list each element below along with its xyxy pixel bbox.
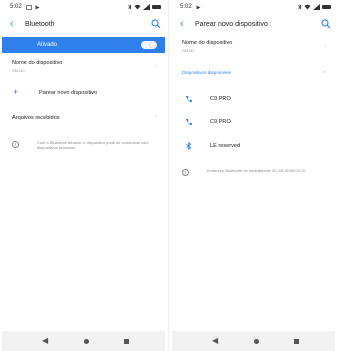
bluetooth-status-icon (128, 4, 132, 10)
status-time: 5:02 (10, 4, 22, 10)
battery-icon (152, 5, 161, 9)
back-button[interactable]: ‹ (180, 18, 190, 30)
info-icon: i (182, 169, 189, 176)
pair-new-device-label: Parear novo dispositivo (39, 90, 98, 96)
back-arrow-icon: ‹ (180, 18, 184, 30)
signal-icon (143, 4, 150, 10)
device-name: C9 PRO (210, 96, 231, 102)
battery-icon (322, 5, 331, 9)
bluetooth-status-icon (298, 4, 302, 10)
chevron-right-icon: › (325, 44, 327, 50)
phone-icon (186, 96, 192, 103)
nav-home-icon[interactable] (254, 339, 259, 344)
search-icon[interactable] (321, 19, 331, 29)
bluetooth-switch[interactable] (141, 41, 157, 49)
toggle-label: Ativado (37, 42, 58, 48)
back-button[interactable]: ‹ (10, 18, 20, 30)
system-icons (298, 4, 331, 10)
status-bar: 5:02 (2, 0, 165, 14)
wifi-icon (134, 4, 141, 10)
page-title: Bluetooth (25, 20, 55, 28)
status-time: 5:02 (180, 4, 192, 10)
received-files-label: Arquivos recebidos (12, 115, 60, 121)
screen-divider (168, 0, 169, 351)
available-devices-header: Dispositivos disponíveis (172, 68, 335, 78)
system-icons (128, 4, 161, 10)
nav-recents-icon[interactable] (124, 339, 129, 344)
nav-back-icon[interactable]: ◀ (212, 336, 218, 345)
chevron-right-icon: › (155, 64, 157, 70)
info-row: i Com o Bluetooth ativado, o dispositivo… (2, 138, 165, 158)
nav-recents-icon[interactable] (294, 339, 299, 344)
info-row: i Endereço Bluetooth do smartphone: 4C:4… (172, 167, 335, 183)
device-row[interactable]: C9 PRO (172, 115, 335, 129)
app-bar: ‹ Bluetooth (2, 14, 165, 34)
image-notification-icon (25, 4, 32, 10)
page-title: Parear novo dispositivo (195, 20, 268, 28)
device-name-row[interactable]: Nome do dispositivo SM-NC › (2, 58, 165, 80)
received-files-row[interactable]: Arquivos recebidos › (2, 112, 165, 126)
device-name: LE reserved (210, 143, 241, 149)
navigation-bar: ◀ (2, 331, 165, 351)
wifi-icon (304, 4, 311, 10)
device-name-row[interactable]: Nome do dispositivo SM-NC › (172, 38, 335, 60)
signal-icon (313, 4, 320, 10)
bluetooth-toggle-row[interactable]: Ativado (2, 37, 165, 53)
device-name: C9 PRO (210, 119, 231, 125)
notification-icons (196, 5, 201, 10)
status-bar: 5:02 (172, 0, 335, 14)
switch-knob (150, 42, 156, 48)
device-row[interactable]: C9 PRO (172, 92, 335, 106)
chevron-right-icon: › (155, 114, 157, 120)
device-name-title: Nome do dispositivo (182, 40, 233, 46)
device-name-title: Nome do dispositivo (12, 60, 63, 66)
play-notification-icon (196, 5, 201, 9)
nav-home-icon[interactable] (84, 339, 89, 344)
device-name-value: SM-NC (182, 48, 196, 53)
app-bar: ‹ Parear novo dispositivo (172, 14, 335, 34)
plus-icon: + (13, 87, 19, 97)
search-icon[interactable] (151, 19, 161, 29)
phone-icon (186, 119, 192, 126)
navigation-bar: ◀ (172, 331, 335, 351)
info-text: Endereço Bluetooth do smartphone: 4C:4E:… (207, 168, 307, 173)
pair-new-device-screen: 5:02 ‹ Parear novo dispositivo Nome do d… (172, 0, 335, 351)
device-name-value: SM-NC (12, 68, 26, 73)
back-arrow-icon: ‹ (10, 18, 14, 30)
bluetooth-settings-screen: 5:02 ‹ Bluetooth Ativado Nome do disposi… (2, 0, 165, 351)
nav-back-icon[interactable]: ◀ (42, 336, 48, 345)
bluetooth-icon (186, 142, 192, 150)
pair-new-device-row[interactable]: + Parear novo dispositivo (2, 87, 165, 101)
info-text: Com o Bluetooth ativado, o dispositivo p… (37, 140, 149, 150)
device-row[interactable]: LE reserved (172, 139, 335, 153)
play-notification-icon (35, 5, 40, 9)
info-icon: i (12, 141, 19, 148)
section-title: Dispositivos disponíveis (182, 70, 231, 75)
notification-icons (25, 4, 40, 10)
collapse-icon[interactable] (322, 70, 327, 74)
